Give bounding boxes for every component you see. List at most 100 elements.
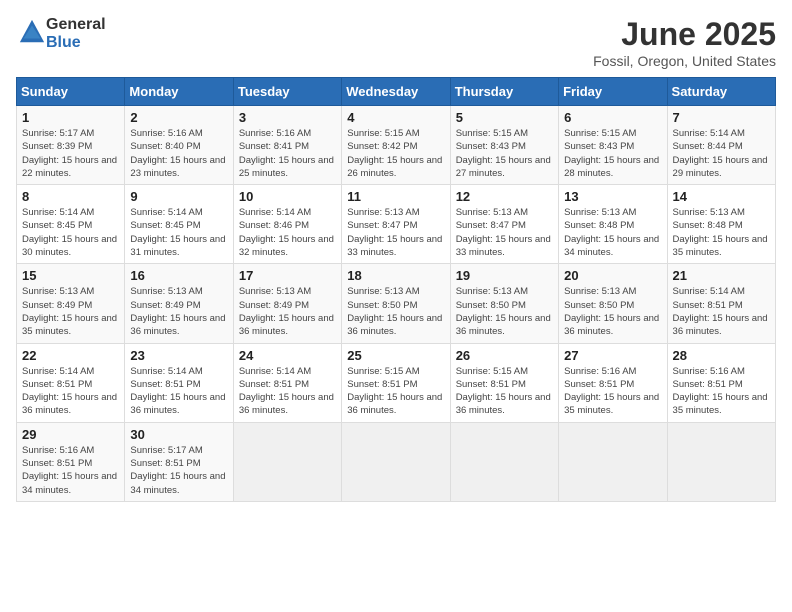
table-row: 3 Sunrise: 5:16 AMSunset: 8:41 PMDaylight…: [233, 106, 341, 185]
col-monday: Monday: [125, 78, 233, 106]
table-row: 11 Sunrise: 5:13 AMSunset: 8:47 PMDayligh…: [342, 185, 450, 264]
col-thursday: Thursday: [450, 78, 558, 106]
table-row: 8 Sunrise: 5:14 AMSunset: 8:45 PMDaylight…: [17, 185, 125, 264]
day-info: Sunrise: 5:13 AMSunset: 8:50 PMDaylight:…: [564, 285, 661, 338]
table-row: 7 Sunrise: 5:14 AMSunset: 8:44 PMDaylight…: [667, 106, 775, 185]
day-number: 6: [564, 110, 661, 125]
logo-general: General: [46, 16, 106, 33]
table-row: 18 Sunrise: 5:13 AMSunset: 8:50 PMDayligh…: [342, 264, 450, 343]
table-row: 27Sunrise: 5:16 AMSunset: 8:51 PMDayligh…: [559, 343, 667, 422]
logo: General Blue: [16, 16, 106, 52]
table-row: 17 Sunrise: 5:13 AMSunset: 8:49 PMDayligh…: [233, 264, 341, 343]
month-title: June 2025: [593, 16, 776, 53]
day-number: 3: [239, 110, 336, 125]
day-number: 2: [130, 110, 227, 125]
table-row: 30 Sunrise: 5:17 AMSunset: 8:51 PMDayligh…: [125, 422, 233, 501]
day-number: 5: [456, 110, 553, 125]
day-info: Sunrise: 5:13 AMSunset: 8:47 PMDaylight:…: [456, 206, 553, 259]
day-number: 1: [22, 110, 119, 125]
calendar-week-4: 22 Sunrise: 5:14 AMSunset: 8:51 PMDayligh…: [17, 343, 776, 422]
day-info: Sunrise: 5:16 AMSunset: 8:51 PMDaylight:…: [22, 444, 119, 497]
day-number: 23: [130, 348, 227, 363]
calendar-week-2: 8 Sunrise: 5:14 AMSunset: 8:45 PMDaylight…: [17, 185, 776, 264]
day-number: 16: [130, 268, 227, 283]
table-row: 20 Sunrise: 5:13 AMSunset: 8:50 PMDayligh…: [559, 264, 667, 343]
day-number: 22: [22, 348, 119, 363]
day-info: Sunrise: 5:15 AMSunset: 8:51 PMDaylight:…: [347, 365, 444, 418]
day-info: Sunrise: 5:14 AMSunset: 8:51 PMDaylight:…: [130, 365, 227, 418]
day-info: Sunrise: 5:13 AMSunset: 8:49 PMDaylight:…: [239, 285, 336, 338]
table-row: 28 Sunrise: 5:16 AMSunset: 8:51 PMDayligh…: [667, 343, 775, 422]
table-row: [342, 422, 450, 501]
day-info: Sunrise: 5:14 AMSunset: 8:45 PMDaylight:…: [130, 206, 227, 259]
col-tuesday: Tuesday: [233, 78, 341, 106]
day-number: 11: [347, 189, 444, 204]
table-row: 15 Sunrise: 5:13 AMSunset: 8:49 PMDayligh…: [17, 264, 125, 343]
table-row: [667, 422, 775, 501]
calendar-week-3: 15 Sunrise: 5:13 AMSunset: 8:49 PMDayligh…: [17, 264, 776, 343]
table-row: 29 Sunrise: 5:16 AMSunset: 8:51 PMDayligh…: [17, 422, 125, 501]
day-number: 24: [239, 348, 336, 363]
table-row: 10 Sunrise: 5:14 AMSunset: 8:46 PMDayligh…: [233, 185, 341, 264]
table-row: 21 Sunrise: 5:14 AMSunset: 8:51 PMDayligh…: [667, 264, 775, 343]
day-number: 7: [673, 110, 770, 125]
day-info: Sunrise: 5:15 AMSunset: 8:43 PMDaylight:…: [456, 127, 553, 180]
table-row: 19 Sunrise: 5:13 AMSunset: 8:50 PMDayligh…: [450, 264, 558, 343]
day-number: 13: [564, 189, 661, 204]
day-info: Sunrise: 5:14 AMSunset: 8:46 PMDaylight:…: [239, 206, 336, 259]
table-row: [559, 422, 667, 501]
table-row: 2Sunrise: 5:16 AMSunset: 8:40 PMDaylight…: [125, 106, 233, 185]
calendar-week-5: 29 Sunrise: 5:16 AMSunset: 8:51 PMDayligh…: [17, 422, 776, 501]
col-sunday: Sunday: [17, 78, 125, 106]
day-info: Sunrise: 5:13 AMSunset: 8:49 PMDaylight:…: [22, 285, 119, 338]
table-row: 14Sunrise: 5:13 AMSunset: 8:48 PMDayligh…: [667, 185, 775, 264]
day-info: Sunrise: 5:17 AMSunset: 8:51 PMDaylight:…: [130, 444, 227, 497]
day-number: 28: [673, 348, 770, 363]
day-number: 30: [130, 427, 227, 442]
calendar-week-1: 1Sunrise: 5:17 AMSunset: 8:39 PMDaylight…: [17, 106, 776, 185]
table-row: 24 Sunrise: 5:14 AMSunset: 8:51 PMDayligh…: [233, 343, 341, 422]
calendar-table: Sunday Monday Tuesday Wednesday Thursday…: [16, 77, 776, 502]
day-number: 25: [347, 348, 444, 363]
day-info: Sunrise: 5:14 AMSunset: 8:45 PMDaylight:…: [22, 206, 119, 259]
day-number: 29: [22, 427, 119, 442]
table-row: [233, 422, 341, 501]
day-info: Sunrise: 5:13 AMSunset: 8:48 PMDaylight:…: [673, 206, 770, 259]
day-number: 10: [239, 189, 336, 204]
table-row: 12 Sunrise: 5:13 AMSunset: 8:47 PMDayligh…: [450, 185, 558, 264]
day-info: Sunrise: 5:14 AMSunset: 8:51 PMDaylight:…: [673, 285, 770, 338]
day-info: Sunrise: 5:13 AMSunset: 8:48 PMDaylight:…: [564, 206, 661, 259]
day-number: 27: [564, 348, 661, 363]
day-info: Sunrise: 5:13 AMSunset: 8:50 PMDaylight:…: [347, 285, 444, 338]
table-row: 16 Sunrise: 5:13 AMSunset: 8:49 PMDayligh…: [125, 264, 233, 343]
col-friday: Friday: [559, 78, 667, 106]
day-number: 18: [347, 268, 444, 283]
day-info: Sunrise: 5:14 AMSunset: 8:44 PMDaylight:…: [673, 127, 770, 180]
table-row: 9Sunrise: 5:14 AMSunset: 8:45 PMDaylight…: [125, 185, 233, 264]
day-number: 8: [22, 189, 119, 204]
day-info: Sunrise: 5:16 AMSunset: 8:41 PMDaylight:…: [239, 127, 336, 180]
day-info: Sunrise: 5:15 AMSunset: 8:51 PMDaylight:…: [456, 365, 553, 418]
title-area: June 2025 Fossil, Oregon, United States: [593, 16, 776, 69]
day-info: Sunrise: 5:14 AMSunset: 8:51 PMDaylight:…: [22, 365, 119, 418]
day-number: 19: [456, 268, 553, 283]
day-number: 12: [456, 189, 553, 204]
day-info: Sunrise: 5:13 AMSunset: 8:47 PMDaylight:…: [347, 206, 444, 259]
day-info: Sunrise: 5:15 AMSunset: 8:42 PMDaylight:…: [347, 127, 444, 180]
day-number: 20: [564, 268, 661, 283]
logo-blue: Blue: [46, 34, 81, 51]
table-row: 26Sunrise: 5:15 AMSunset: 8:51 PMDayligh…: [450, 343, 558, 422]
day-info: Sunrise: 5:14 AMSunset: 8:51 PMDaylight:…: [239, 365, 336, 418]
day-info: Sunrise: 5:13 AMSunset: 8:49 PMDaylight:…: [130, 285, 227, 338]
day-number: 21: [673, 268, 770, 283]
day-number: 4: [347, 110, 444, 125]
day-info: Sunrise: 5:16 AMSunset: 8:51 PMDaylight:…: [673, 365, 770, 418]
table-row: 23 Sunrise: 5:14 AMSunset: 8:51 PMDayligh…: [125, 343, 233, 422]
table-row: [450, 422, 558, 501]
logo-icon: [18, 18, 46, 46]
day-info: Sunrise: 5:15 AMSunset: 8:43 PMDaylight:…: [564, 127, 661, 180]
table-row: 4 Sunrise: 5:15 AMSunset: 8:42 PMDaylight…: [342, 106, 450, 185]
day-number: 15: [22, 268, 119, 283]
day-info: Sunrise: 5:13 AMSunset: 8:50 PMDaylight:…: [456, 285, 553, 338]
day-number: 17: [239, 268, 336, 283]
